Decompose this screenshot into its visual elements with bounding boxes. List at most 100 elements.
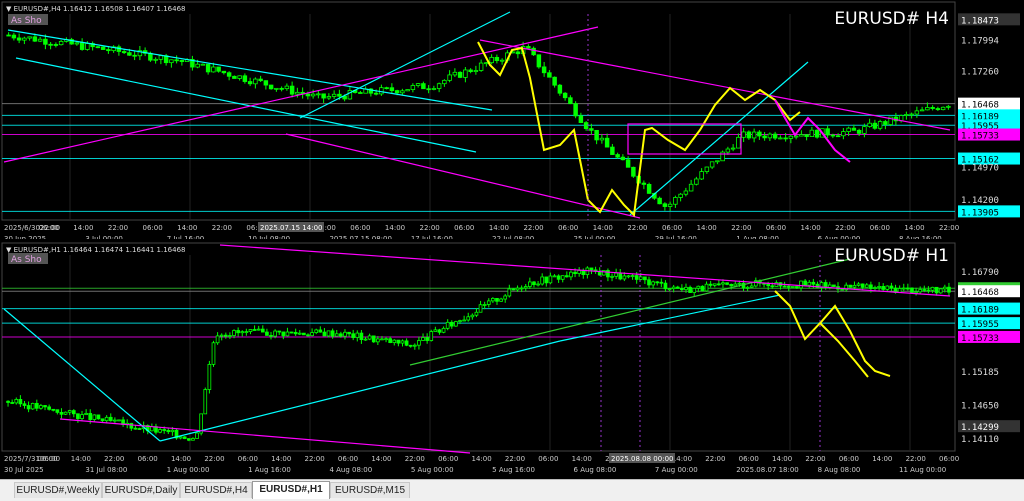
candle-body bbox=[412, 344, 417, 347]
candle-body bbox=[925, 107, 930, 111]
candle-body bbox=[906, 287, 910, 290]
price-label-text: 1.16468 bbox=[961, 101, 999, 111]
candle-body bbox=[84, 413, 88, 415]
candle-body bbox=[358, 92, 363, 94]
candle-body bbox=[852, 284, 857, 288]
candle-body bbox=[909, 113, 914, 116]
candle-body bbox=[484, 62, 489, 65]
tab-h4[interactable]: EURUSD#,H4 bbox=[180, 482, 252, 498]
candle-body bbox=[778, 137, 783, 140]
candle-body bbox=[942, 286, 947, 290]
candle-body bbox=[14, 399, 19, 404]
candle-body bbox=[736, 136, 741, 149]
price-label-text: 1.17260 bbox=[961, 67, 999, 77]
candle-body bbox=[263, 80, 269, 86]
candle-body bbox=[166, 429, 171, 433]
candle-body bbox=[16, 37, 22, 41]
candle-body bbox=[578, 115, 584, 124]
candle-body bbox=[862, 126, 867, 134]
candle-body bbox=[310, 332, 314, 337]
x-tick-label: 1 Aug 08:00 bbox=[736, 235, 779, 239]
candle-body bbox=[694, 178, 699, 185]
price-label-text: 1.14200 bbox=[961, 196, 999, 206]
candle-body bbox=[253, 78, 258, 85]
candle-body bbox=[216, 66, 221, 72]
candle-body bbox=[856, 283, 861, 286]
candle-body bbox=[178, 436, 183, 439]
x-tick-label: 22:00 bbox=[731, 224, 751, 232]
candle-body bbox=[864, 284, 869, 288]
x-tick-label: 30 Jul 2025 bbox=[4, 466, 44, 474]
candle-body bbox=[860, 283, 865, 288]
price-label-text: 1.14970 bbox=[961, 164, 999, 174]
badge-text[interactable]: As Sho bbox=[11, 255, 42, 265]
price-label: 1.14299 bbox=[958, 420, 1020, 433]
h4-chart-pane[interactable]: 1.18473 1.17994 1.17260 1.16468 1.16189 1.159… bbox=[0, 0, 1024, 239]
candle-body bbox=[897, 288, 902, 293]
candle-body bbox=[746, 131, 752, 139]
price-label-text: 1.16790 bbox=[961, 268, 999, 278]
price-label-text: 1.15733 bbox=[961, 132, 999, 142]
h1-chart-pane[interactable]: 1.167901.165161.164681.161891.159551.157… bbox=[0, 241, 1024, 479]
price-label-text: 1.15955 bbox=[961, 320, 999, 330]
tab-weekly[interactable]: EURUSD#,Weekly bbox=[14, 482, 102, 498]
candle-body bbox=[240, 331, 245, 334]
candle-body bbox=[96, 414, 101, 420]
candle-body bbox=[132, 54, 137, 57]
x-tick-label: 22:00 bbox=[627, 224, 647, 232]
candle-body bbox=[688, 183, 694, 192]
candle-body bbox=[712, 283, 717, 286]
candle-body bbox=[872, 122, 878, 129]
candle-body bbox=[473, 70, 479, 73]
projection-line bbox=[477, 41, 801, 218]
x-tick-label: 14:00 bbox=[73, 224, 93, 232]
candle-body bbox=[507, 288, 512, 297]
x-tick-label: 06:00 bbox=[338, 455, 358, 463]
price-label-text: 1.17994 bbox=[961, 36, 999, 46]
badge-text[interactable]: As Sho bbox=[11, 16, 42, 26]
x-tick-label: 22:00 bbox=[939, 224, 959, 232]
candle-body bbox=[310, 93, 316, 97]
h1-chart-svg[interactable]: 1.167901.165161.164681.161891.159551.157… bbox=[0, 241, 1024, 479]
candle-body bbox=[856, 129, 862, 134]
x-tick-label: 11 Aug 00:00 bbox=[899, 466, 946, 474]
candle-body bbox=[92, 414, 97, 420]
candle-body bbox=[478, 62, 484, 71]
candle-body bbox=[289, 85, 295, 95]
tab-h1[interactable]: EURUSD#,H1 bbox=[252, 481, 330, 499]
candle-body bbox=[88, 413, 93, 420]
candle-body bbox=[638, 276, 643, 280]
candle-body bbox=[630, 275, 635, 277]
candle-body bbox=[569, 271, 573, 278]
tab-daily[interactable]: EURUSD#,Daily bbox=[102, 482, 180, 498]
candle-body bbox=[252, 329, 257, 331]
x-tick-label: 06:00 bbox=[739, 455, 759, 463]
candle-body bbox=[48, 43, 53, 46]
x-tick-label: 22:00 bbox=[705, 455, 725, 463]
candle-body bbox=[195, 432, 199, 439]
candle-body bbox=[700, 285, 705, 292]
candle-body bbox=[158, 55, 164, 60]
candle-body bbox=[515, 51, 521, 55]
candle-body bbox=[610, 275, 614, 278]
candle-body bbox=[495, 297, 499, 302]
candle-body bbox=[330, 330, 335, 337]
candle-body bbox=[799, 134, 804, 137]
candle-body bbox=[717, 283, 721, 286]
candle-body bbox=[675, 286, 680, 289]
x-tick-label: 1 Aug 16:00 bbox=[248, 466, 291, 474]
candle-body bbox=[885, 285, 890, 290]
price-label: 1.14970 bbox=[961, 164, 999, 174]
candle-body bbox=[306, 334, 310, 337]
x-tick-label: 7 Aug 00:00 bbox=[655, 466, 698, 474]
candle-body bbox=[786, 285, 791, 288]
h4-chart-svg[interactable]: 1.184731.179941.172601.164681.161891.159… bbox=[0, 0, 1024, 239]
candle-body bbox=[11, 34, 17, 39]
x-tick-label: 06:00 bbox=[870, 224, 890, 232]
candle-body bbox=[474, 311, 479, 316]
candle-body bbox=[772, 133, 778, 139]
tab-m15[interactable]: EURUSD#,M15 bbox=[330, 482, 410, 498]
candle-body bbox=[688, 286, 692, 293]
candle-body bbox=[27, 36, 32, 39]
candle-body bbox=[684, 286, 688, 291]
